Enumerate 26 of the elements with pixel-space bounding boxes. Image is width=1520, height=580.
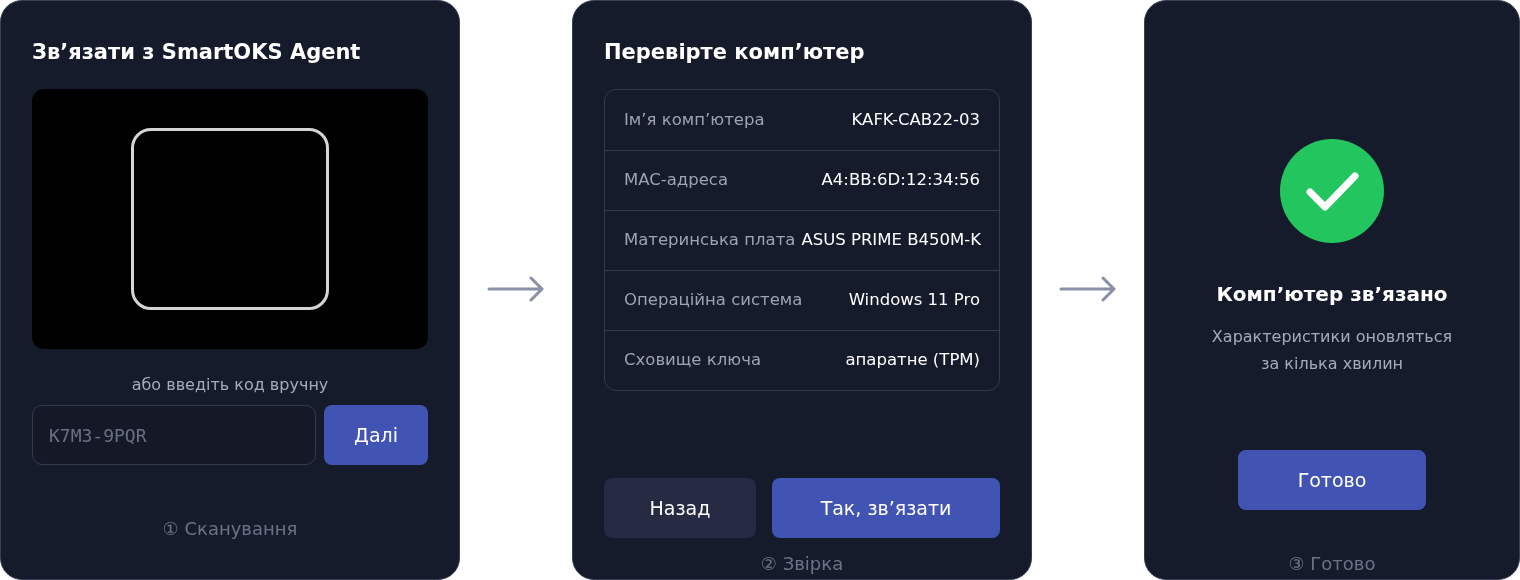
field-label: Операційна система (624, 289, 803, 312)
card-title: Зв’язати з SmartOKS Agent (32, 39, 362, 66)
status-description: Характеристики оновляться за кілька хвилин (1210, 326, 1454, 375)
back-button[interactable]: Назад (604, 478, 756, 538)
step-label: ② Звірка (759, 552, 845, 576)
field-label: Сховище ключа (624, 349, 762, 372)
status-title: Комп’ютер зв’язано (1215, 281, 1449, 308)
arrow-icon (1059, 276, 1117, 302)
code-field[interactable]: K7M3-9PQR (32, 405, 316, 465)
step-label: ③ Готово (1287, 552, 1377, 576)
confirm-button[interactable]: Так, зв’язати (772, 478, 1000, 538)
field-label: MAC-адреса (624, 169, 729, 192)
arrow-icon (487, 276, 545, 302)
hint-text: або введіть код вручну (130, 374, 330, 396)
done-button[interactable]: Готово (1238, 450, 1426, 510)
step-label: ① Сканування (161, 517, 299, 541)
field-value: апаратне (TPM) (845, 349, 980, 372)
field-label: Ім’я комп’ютера (624, 108, 765, 131)
field-label: Материнська плата (624, 229, 796, 252)
field-value: KAFK-CAB22-03 (851, 108, 980, 131)
field-value: Windows 11 Pro (848, 289, 980, 312)
field-value: A4:BB:6D:12:34:56 (821, 169, 980, 192)
check-circle-icon (1280, 139, 1384, 243)
card-title: Перевірте комп’ютер (604, 39, 866, 66)
next-button[interactable]: Далі (324, 405, 428, 465)
field-value: ASUS PRIME B450M-K (801, 229, 981, 252)
